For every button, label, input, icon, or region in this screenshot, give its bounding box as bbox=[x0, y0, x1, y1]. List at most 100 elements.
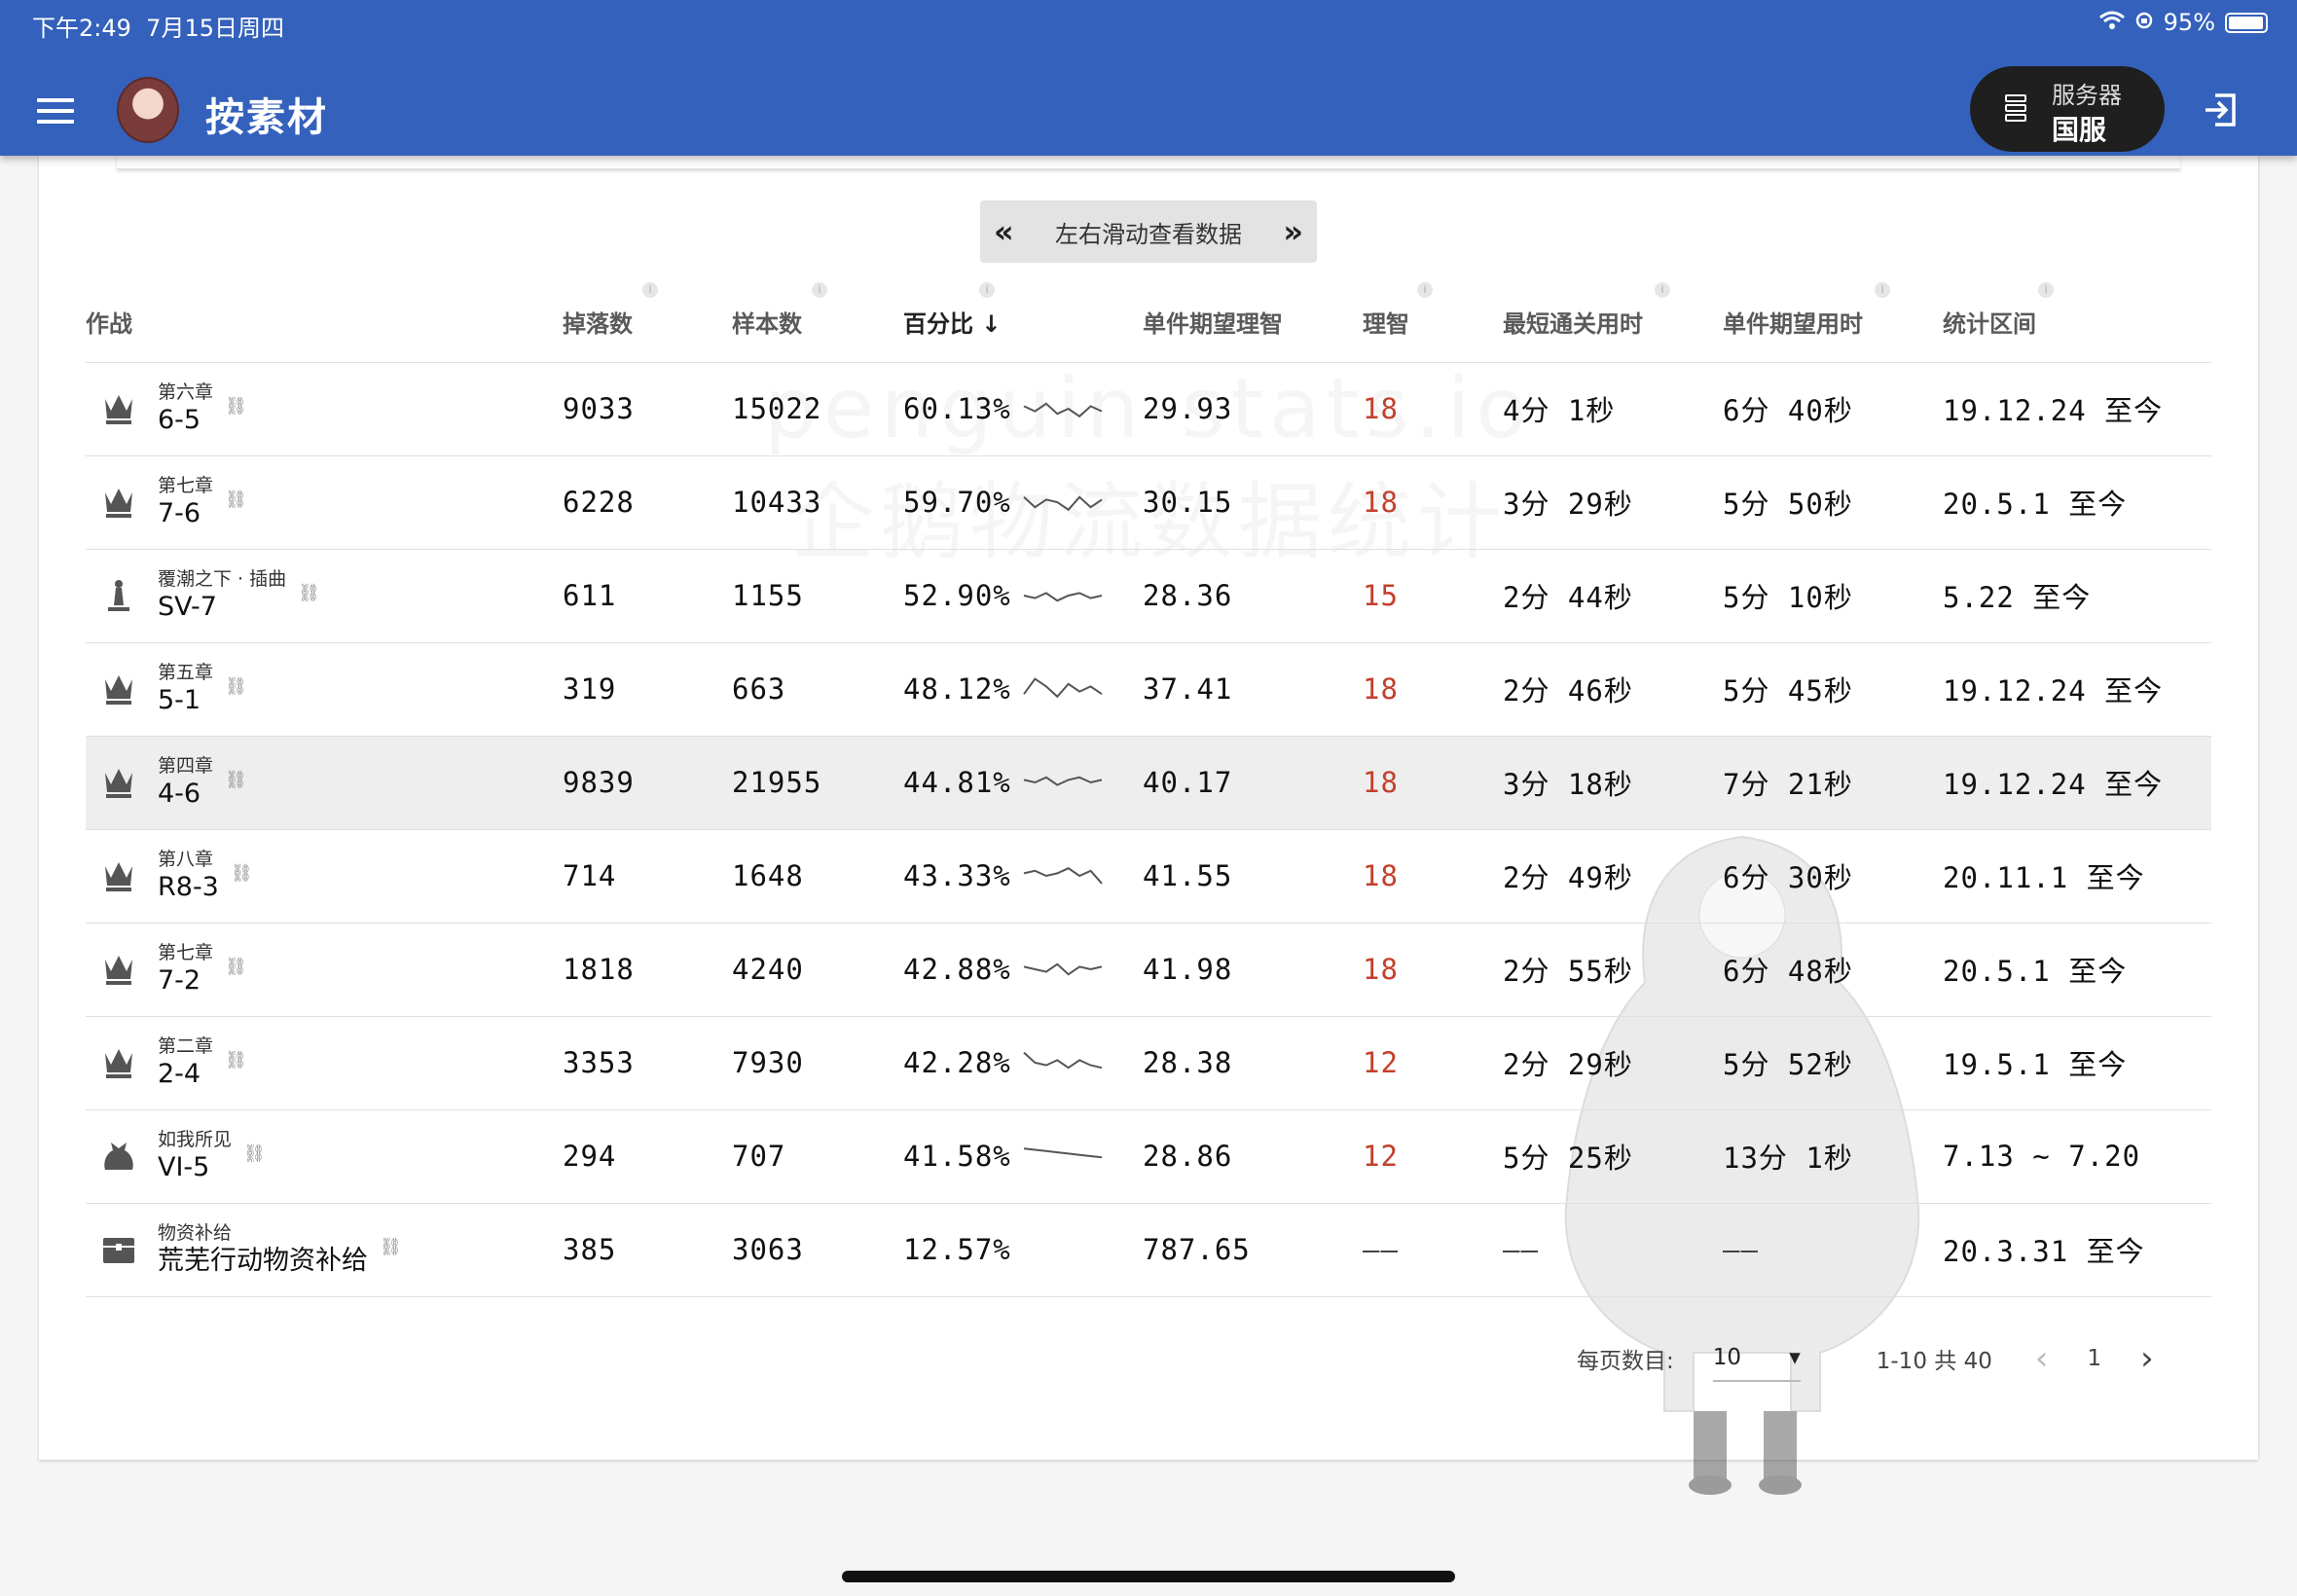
cell-sanity: 18 bbox=[1363, 735, 1503, 829]
info-icon[interactable]: i bbox=[2038, 282, 2054, 298]
col-min-time[interactable]: 最短通关用时 i bbox=[1503, 282, 1723, 362]
cell-exp-time: 13分 1秒 bbox=[1723, 1108, 1943, 1203]
table-row[interactable]: 物资补给 荒芜行动物资补给 ⛓ 385 3063 12.57% 787.65 —… bbox=[86, 1202, 2211, 1297]
table-row[interactable]: 第四章 4-6 ⛓ 9839 21955 44.81% 40.17 18 3分 … bbox=[86, 735, 2211, 829]
link-icon[interactable]: ⛓ bbox=[225, 396, 247, 417]
stage-code: 7-2 bbox=[158, 965, 201, 996]
cell-stage[interactable]: 第五章 5-1 ⛓ bbox=[86, 641, 563, 736]
link-icon[interactable]: ⛓ bbox=[225, 1050, 247, 1070]
cell-exp-sanity: 40.17 bbox=[1143, 735, 1363, 829]
cell-stage[interactable]: 第六章 6-5 ⛓ bbox=[86, 361, 563, 455]
swipe-hint: « 左右滑动查看数据 » bbox=[980, 200, 1317, 263]
link-icon[interactable]: ⛓ bbox=[225, 490, 247, 510]
info-icon[interactable]: i bbox=[642, 282, 658, 298]
cell-period: 5.22 至今 bbox=[1943, 548, 2211, 642]
next-page-icon[interactable]: › bbox=[2140, 1339, 2154, 1378]
col-drops[interactable]: 掉落数 i bbox=[563, 282, 732, 362]
table-row[interactable]: 覆潮之下 · 插曲 SV-7 ⛓ 611 1155 52.90% 28.36 1… bbox=[86, 548, 2211, 642]
cell-exp-time: 6分 30秒 bbox=[1723, 828, 1943, 923]
cell-exp-time: 6分 48秒 bbox=[1723, 922, 1943, 1016]
current-page[interactable]: 1 bbox=[2087, 1346, 2101, 1371]
cell-stage[interactable]: 第四章 4-6 ⛓ bbox=[86, 735, 563, 829]
stage-code: 4-6 bbox=[158, 779, 201, 809]
cell-sanity: 15 bbox=[1363, 548, 1503, 642]
cell-drops: 714 bbox=[563, 828, 732, 923]
cell-stage[interactable]: 覆潮之下 · 插曲 SV-7 ⛓ bbox=[86, 548, 563, 642]
link-icon[interactable]: ⛓ bbox=[225, 770, 247, 790]
stage-code: VI-5 bbox=[158, 1152, 210, 1182]
logout-icon[interactable] bbox=[2202, 91, 2239, 128]
percent-value: 59.70% bbox=[903, 486, 1011, 519]
per-page-select[interactable]: 10 ▾ bbox=[1712, 1345, 1801, 1382]
cell-stage[interactable]: 如我所见 VI-5 ⛓ bbox=[86, 1108, 563, 1203]
cell-stage[interactable]: 第二章 2-4 ⛓ bbox=[86, 1015, 563, 1109]
link-icon[interactable]: ⛓ bbox=[231, 863, 253, 884]
table-row[interactable]: 第二章 2-4 ⛓ 3353 7930 42.28% 28.38 12 2分 2… bbox=[86, 1015, 2211, 1109]
table-row[interactable]: 第七章 7-2 ⛓ 1818 4240 42.88% 41.98 18 2分 5… bbox=[86, 922, 2211, 1016]
cell-exp-sanity: 30.15 bbox=[1143, 454, 1363, 549]
trend-line bbox=[1022, 677, 1103, 699]
cell-sanity: 18 bbox=[1363, 454, 1503, 549]
stage-code: 6-5 bbox=[158, 405, 201, 435]
status-time: 下午2:49 7月15日周四 bbox=[32, 9, 284, 43]
home-indicator[interactable] bbox=[842, 1571, 1455, 1582]
trend-sparkline bbox=[1023, 592, 1102, 602]
card-divider bbox=[117, 156, 2180, 169]
cell-sanity: 12 bbox=[1363, 1015, 1503, 1109]
cell-percent: 44.81% bbox=[903, 735, 1143, 829]
status-indicators: 95% bbox=[2098, 9, 2268, 36]
server-value: 国服 bbox=[2052, 114, 2107, 146]
cell-samples: 10433 bbox=[732, 454, 903, 549]
percent-value: 44.81% bbox=[903, 766, 1011, 799]
info-icon[interactable]: i bbox=[1875, 282, 1890, 298]
col-stage[interactable]: 作战 bbox=[86, 282, 563, 362]
link-icon[interactable]: ⛓ bbox=[380, 1237, 402, 1257]
table-row[interactable]: 如我所见 VI-5 ⛓ 294 707 41.58% 28.86 12 5分 2… bbox=[86, 1108, 2211, 1203]
col-period[interactable]: 统计区间 i bbox=[1943, 282, 2211, 362]
link-icon[interactable]: ⛓ bbox=[225, 957, 247, 977]
status-clock: 下午2:49 bbox=[32, 15, 131, 42]
col-exp-time[interactable]: 单件期望用时 i bbox=[1723, 282, 1943, 362]
col-percent[interactable]: 百分比 ↓ i bbox=[903, 282, 1143, 362]
info-icon[interactable]: i bbox=[1417, 282, 1433, 298]
info-icon[interactable]: i bbox=[1655, 282, 1670, 298]
cell-stage[interactable]: 第七章 7-6 ⛓ bbox=[86, 454, 563, 549]
crown-icon bbox=[99, 950, 138, 989]
cell-stage[interactable]: 第七章 7-2 ⛓ bbox=[86, 922, 563, 1016]
cell-exp-sanity: 787.65 bbox=[1143, 1202, 1363, 1297]
stage-code: 5-1 bbox=[158, 685, 201, 715]
stage-zone: 第八章 bbox=[158, 849, 214, 870]
cell-exp-sanity: 37.41 bbox=[1143, 641, 1363, 736]
info-icon[interactable]: i bbox=[979, 282, 995, 298]
cell-stage[interactable]: 第八章 R8-3 ⛓ bbox=[86, 828, 563, 923]
cell-stage[interactable]: 物资补给 荒芜行动物资补给 ⛓ bbox=[86, 1202, 563, 1297]
menu-icon[interactable] bbox=[37, 98, 74, 124]
link-icon[interactable]: ⛓ bbox=[225, 676, 247, 697]
battery-percent: 95% bbox=[2163, 9, 2215, 36]
col-sanity[interactable]: 理智 i bbox=[1363, 282, 1503, 362]
col-samples[interactable]: 样本数 i bbox=[732, 282, 903, 362]
crown-icon bbox=[99, 483, 138, 522]
crown-icon bbox=[99, 670, 138, 708]
crown-icon bbox=[99, 389, 138, 428]
prev-page-icon[interactable]: ‹ bbox=[2035, 1339, 2049, 1378]
page-title: 按素材 bbox=[205, 95, 328, 140]
cell-min-time: 2分 46秒 bbox=[1503, 641, 1723, 736]
cell-min-time: —— bbox=[1503, 1202, 1723, 1297]
info-icon[interactable]: i bbox=[812, 282, 827, 298]
cell-samples: 7930 bbox=[732, 1015, 903, 1109]
cell-percent: 60.13% bbox=[903, 361, 1143, 455]
server-switch-button[interactable]: 服务器 国服 bbox=[1970, 66, 2165, 152]
link-icon[interactable]: ⛓ bbox=[298, 583, 320, 603]
link-icon[interactable]: ⛓ bbox=[243, 1143, 266, 1164]
cell-exp-time: —— bbox=[1723, 1202, 1943, 1297]
table-row[interactable]: 第六章 6-5 ⛓ 9033 15022 60.13% 29.93 18 4分 … bbox=[86, 361, 2211, 455]
stage-zone: 物资补给 bbox=[158, 1222, 233, 1244]
table-row[interactable]: 第五章 5-1 ⛓ 319 663 48.12% 37.41 18 2分 46秒… bbox=[86, 641, 2211, 736]
table-row[interactable]: 第八章 R8-3 ⛓ 714 1648 43.33% 41.55 18 2分 4… bbox=[86, 828, 2211, 923]
cell-percent: 42.88% bbox=[903, 922, 1143, 1016]
cell-min-time: 5分 25秒 bbox=[1503, 1108, 1723, 1203]
table-row[interactable]: 第七章 7-6 ⛓ 6228 10433 59.70% 30.15 18 3分 … bbox=[86, 454, 2211, 549]
wifi-icon bbox=[2098, 9, 2125, 36]
col-exp-sanity[interactable]: 单件期望理智 bbox=[1143, 282, 1363, 362]
